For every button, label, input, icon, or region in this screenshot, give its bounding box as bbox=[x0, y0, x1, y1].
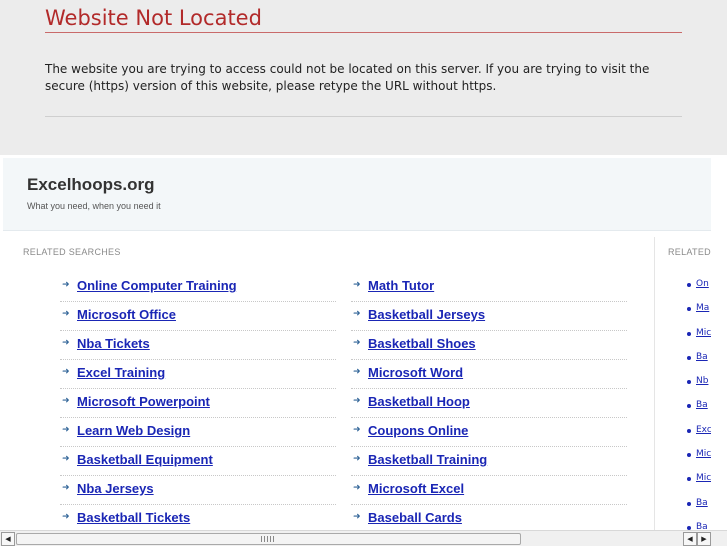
list-item[interactable]: ➜ Microsoft Word bbox=[351, 363, 627, 392]
scroll-left-icon[interactable]: ◀ bbox=[1, 532, 15, 546]
list-item[interactable]: ➜ Basketball Hoop bbox=[351, 392, 627, 421]
sidebar-link[interactable]: Mic bbox=[696, 449, 711, 459]
right-arrow-icon: ➜ bbox=[62, 367, 70, 377]
list-item[interactable]: ➜ Coupons Online bbox=[351, 421, 627, 450]
search-link[interactable]: Basketball Hoop bbox=[368, 394, 470, 409]
right-arrow-icon: ➜ bbox=[353, 309, 361, 319]
bullet-icon bbox=[687, 355, 691, 360]
sidebar-link[interactable]: On bbox=[696, 279, 709, 289]
search-link[interactable]: Microsoft Word bbox=[368, 365, 463, 380]
sidebar-link[interactable]: Nb bbox=[696, 376, 708, 386]
search-link[interactable]: Basketball Training bbox=[368, 452, 487, 467]
error-divider bbox=[45, 116, 682, 117]
search-link[interactable]: Baseball Cards bbox=[368, 510, 462, 525]
right-arrow-icon: ➜ bbox=[62, 396, 70, 406]
bullet-icon bbox=[687, 404, 691, 409]
search-link[interactable]: Excel Training bbox=[77, 365, 165, 380]
list-item[interactable]: ➜ Basketball Tickets bbox=[60, 508, 336, 531]
list-item[interactable]: ➜ Microsoft Excel bbox=[351, 479, 627, 508]
related-list-right: ➜ Math Tutor ➜ Basketball Jerseys ➜ Basketb… bbox=[351, 276, 627, 531]
list-item[interactable]: ➜ Basketball Jerseys bbox=[351, 305, 627, 334]
list-item[interactable]: ➜ Basketball Shoes bbox=[351, 334, 627, 363]
column-divider bbox=[654, 237, 655, 531]
grip-icon bbox=[261, 536, 275, 542]
list-item[interactable]: ➜ Learn Web Design bbox=[60, 421, 336, 450]
search-link[interactable]: Online Computer Training bbox=[77, 278, 237, 293]
right-arrow-icon: ➜ bbox=[62, 454, 70, 464]
right-arrow-icon: ➜ bbox=[353, 512, 361, 522]
list-item[interactable]: ➜ Microsoft Office bbox=[60, 305, 336, 334]
sidebar-link[interactable]: Mic bbox=[696, 328, 711, 338]
list-item[interactable]: ➜ Nba Tickets bbox=[60, 334, 336, 363]
search-link[interactable]: Microsoft Excel bbox=[368, 481, 464, 496]
error-message: The website you are trying to access cou… bbox=[45, 62, 650, 93]
bullet-icon bbox=[687, 331, 691, 336]
frame-top-edge bbox=[711, 155, 726, 158]
site-title: Excelhoops.org bbox=[27, 175, 155, 194]
related-sidebar-label: RELATED bbox=[668, 247, 711, 257]
right-arrow-icon: ➜ bbox=[353, 425, 361, 435]
right-arrow-icon: ➜ bbox=[62, 425, 70, 435]
sidebar-link[interactable]: Exc bbox=[696, 425, 711, 435]
search-link[interactable]: Basketball Shoes bbox=[368, 336, 476, 351]
embedded-frame: Excelhoops.org What you need, when you n… bbox=[0, 155, 727, 546]
horizontal-scrollbar[interactable]: ◀ ◀ ▶ bbox=[0, 530, 727, 546]
bullet-icon bbox=[687, 428, 691, 433]
list-item[interactable]: ➜ Baseball Cards bbox=[351, 508, 627, 531]
frame-content: Excelhoops.org What you need, when you n… bbox=[3, 158, 711, 531]
horizontal-scrollbar-thumb[interactable] bbox=[16, 533, 521, 545]
right-arrow-icon: ➜ bbox=[353, 280, 361, 290]
right-arrow-icon: ➜ bbox=[353, 338, 361, 348]
right-arrow-icon: ➜ bbox=[62, 483, 70, 493]
list-item[interactable]: ➜ Basketball Equipment bbox=[60, 450, 336, 479]
sidebar-link[interactable]: Ba bbox=[696, 498, 708, 508]
search-link[interactable]: Basketball Equipment bbox=[77, 452, 213, 467]
search-link[interactable]: Nba Tickets bbox=[77, 336, 150, 351]
related-searches-label: RELATED SEARCHES bbox=[23, 247, 121, 257]
list-item[interactable]: ➜ Basketball Training bbox=[351, 450, 627, 479]
search-link[interactable]: Learn Web Design bbox=[77, 423, 190, 438]
bullet-icon bbox=[687, 307, 691, 312]
bullet-icon bbox=[687, 380, 691, 385]
error-title: Website Not Located bbox=[45, 6, 262, 30]
bullet-icon bbox=[687, 283, 691, 287]
sidebar-link[interactable]: Ba bbox=[696, 352, 708, 362]
scroll-left-icon[interactable]: ◀ bbox=[683, 532, 697, 546]
right-arrow-icon: ➜ bbox=[353, 367, 361, 377]
right-arrow-icon: ➜ bbox=[62, 512, 70, 522]
bullet-icon bbox=[687, 453, 691, 458]
list-item[interactable]: ➜ Online Computer Training bbox=[60, 276, 336, 305]
related-list-left: ➜ Online Computer Training ➜ Microsoft Off… bbox=[60, 276, 336, 531]
right-arrow-icon: ➜ bbox=[62, 280, 70, 290]
site-header: Excelhoops.org What you need, when you n… bbox=[3, 158, 711, 231]
site-tagline: What you need, when you need it bbox=[27, 201, 161, 211]
search-link[interactable]: Math Tutor bbox=[368, 278, 434, 293]
right-arrow-icon: ➜ bbox=[62, 309, 70, 319]
search-link[interactable]: Coupons Online bbox=[368, 423, 468, 438]
sidebar-link[interactable]: Ba bbox=[696, 400, 708, 410]
search-link[interactable]: Nba Jerseys bbox=[77, 481, 154, 496]
search-link[interactable]: Basketball Jerseys bbox=[368, 307, 485, 322]
bullet-icon bbox=[687, 501, 691, 506]
scroll-right-icon[interactable]: ▶ bbox=[697, 532, 711, 546]
list-item[interactable]: ➜ Microsoft Powerpoint bbox=[60, 392, 336, 421]
right-arrow-icon: ➜ bbox=[62, 338, 70, 348]
sidebar-link[interactable]: Mic bbox=[696, 473, 711, 483]
list-item[interactable]: ➜ Nba Jerseys bbox=[60, 479, 336, 508]
sidebar-link[interactable]: Ma bbox=[696, 303, 709, 313]
search-link[interactable]: Microsoft Office bbox=[77, 307, 176, 322]
list-item[interactable]: ➜ Excel Training bbox=[60, 363, 336, 392]
search-link[interactable]: Basketball Tickets bbox=[77, 510, 190, 525]
search-link[interactable]: Microsoft Powerpoint bbox=[77, 394, 210, 409]
list-item[interactable]: ➜ Math Tutor bbox=[351, 276, 627, 305]
right-arrow-icon: ➜ bbox=[353, 396, 361, 406]
bullet-icon bbox=[687, 477, 691, 482]
error-panel: Website Not Located The website you are … bbox=[45, 0, 682, 117]
error-title-divider bbox=[45, 32, 682, 33]
right-arrow-icon: ➜ bbox=[353, 483, 361, 493]
right-arrow-icon: ➜ bbox=[353, 454, 361, 464]
